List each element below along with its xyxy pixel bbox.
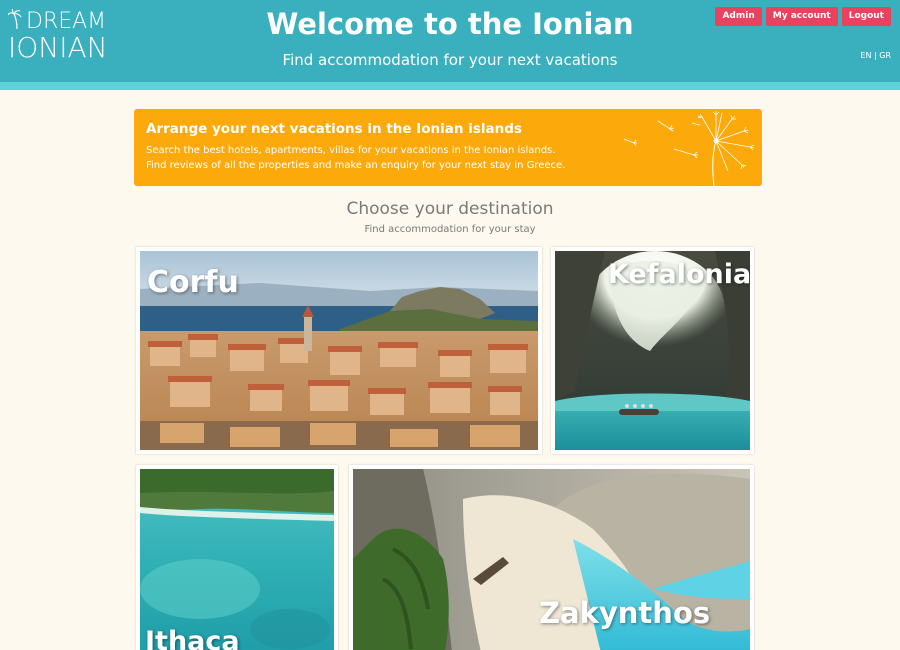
destination-card-corfu[interactable]: Corfu [136, 247, 542, 454]
language-switcher[interactable]: EN | GR [860, 51, 891, 60]
card-label-kefalonia: Kefalonia [608, 259, 750, 290]
page-subtitle: Find accommodation for your next vacatio… [282, 51, 618, 69]
account-buttons: Admin My account Logout [715, 7, 891, 26]
site-header: DREAM IONIAN Welcome to the Ionian Find … [0, 0, 900, 82]
promo-banner: Arrange your next vacations in the Ionia… [134, 109, 762, 186]
banner-title: Arrange your next vacations in the Ionia… [146, 121, 522, 137]
destination-card-ithaca[interactable]: Ithaca [136, 465, 338, 650]
dandelion-illustration [623, 111, 755, 186]
corfu-photo: Corfu [140, 251, 538, 450]
admin-button[interactable]: Admin [715, 7, 762, 26]
destination-card-kefalonia[interactable]: Kefalonia [551, 247, 754, 454]
kefalonia-photo: Kefalonia [555, 251, 750, 450]
section-title: Choose your destination [346, 199, 554, 219]
card-label-corfu: Corfu [147, 265, 239, 300]
section-subtitle: Find accommodation for your stay [364, 224, 536, 235]
header-stripe [0, 82, 900, 90]
banner-text-line: Search the best hotels, apartments, vill… [146, 145, 556, 156]
card-label-ithaca: Ithaca [145, 626, 240, 650]
destination-card-zakynthos[interactable]: Zakynthos [349, 465, 754, 650]
my-account-button[interactable]: My account [765, 7, 838, 26]
ithaca-photo: Ithaca [140, 469, 334, 650]
card-label-zakynthos: Zakynthos [539, 596, 711, 630]
zakynthos-photo: Zakynthos [353, 469, 750, 650]
logout-button[interactable]: Logout [841, 7, 891, 26]
banner-text-line: Find reviews of all the properties and m… [146, 160, 566, 171]
